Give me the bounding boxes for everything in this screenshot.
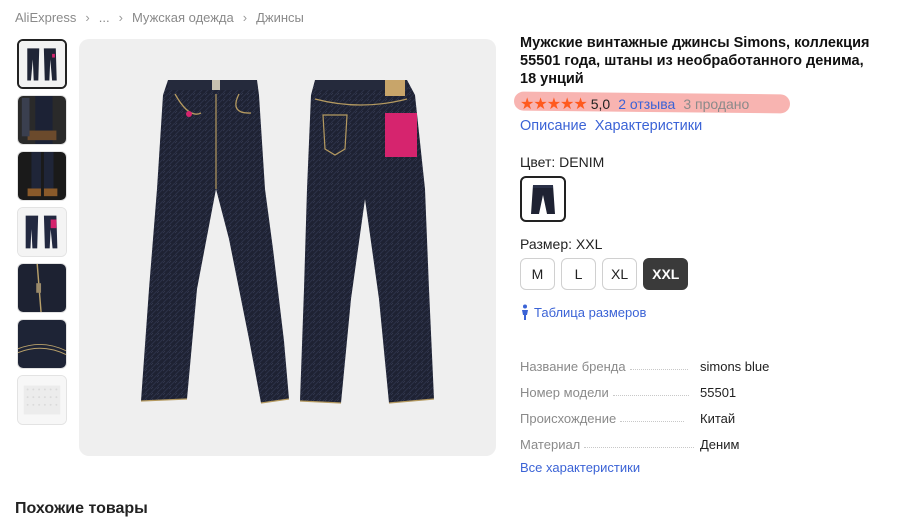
spec-value: simons blue: [700, 359, 770, 374]
description-link[interactable]: Описание: [520, 118, 587, 134]
spec-dots: [620, 421, 685, 422]
breadcrumb-aliexpress[interactable]: AliExpress: [15, 10, 76, 25]
size-option-xl[interactable]: XL: [602, 258, 638, 290]
product-title: Мужские винтажные джинсы Simons, коллекц…: [520, 35, 870, 87]
characteristics-link[interactable]: Характеристики: [595, 118, 703, 134]
thumbnail-1[interactable]: [17, 39, 67, 89]
size-option-l[interactable]: L: [561, 258, 596, 290]
chevron-right-icon: ›: [118, 10, 123, 25]
similar-products-heading: Похожие товары: [15, 500, 148, 517]
size-options: M L XL XXL: [520, 258, 890, 290]
thumbnail-2[interactable]: [17, 95, 67, 145]
size-option-m[interactable]: M: [520, 258, 555, 290]
thumbnail-list: [17, 39, 69, 431]
all-characteristics-link[interactable]: Все характеристики: [520, 460, 890, 475]
spec-value: 55501: [700, 385, 737, 400]
thumbnail-4[interactable]: [17, 207, 67, 257]
spec-list: Название бренда simons blue Номер модели…: [520, 348, 890, 452]
color-label: Цвет: DENIM: [520, 154, 605, 170]
spec-dots: [584, 447, 695, 448]
spec-row: Название бренда simons blue: [520, 348, 890, 374]
chevron-right-icon: ›: [242, 10, 248, 25]
spec-dots: [629, 369, 688, 370]
spec-row: Номер модели 55501: [520, 374, 890, 400]
spec-key: Название бренда: [520, 359, 626, 374]
person-icon: [522, 304, 528, 320]
breadcrumb-ellipsis[interactable]: ...: [99, 10, 110, 25]
size-label: Размер: XXL: [520, 236, 603, 252]
rating-row: ★★★★★ 5,0 2 отзыва 3 продано: [513, 91, 890, 116]
star-rating-icon: ★★★★★: [520, 96, 588, 113]
product-info: Мужские винтажные джинсы Simons, коллекц…: [513, 34, 890, 475]
size-table-label: Таблица размеров: [534, 304, 647, 320]
spec-key: Материал: [520, 437, 581, 452]
spec-row: Происхождение Китай: [520, 400, 890, 426]
breadcrumb-mens-clothing[interactable]: Мужская одежда: [132, 10, 234, 25]
spec-key: Номер модели: [520, 385, 609, 400]
chevron-right-icon: ›: [85, 10, 90, 25]
color-swatch-denim[interactable]: [520, 176, 566, 222]
sold-count: 3 продано: [683, 96, 750, 112]
spec-value: Деним: [700, 437, 740, 452]
thumbnail-5[interactable]: [17, 263, 67, 313]
thumbnail-3[interactable]: [17, 151, 67, 201]
thumbnail-7[interactable]: [17, 375, 67, 425]
spec-row: Материал Деним: [520, 426, 890, 452]
spec-key: Происхождение: [520, 411, 617, 426]
size-table-link[interactable]: Таблица размеров: [520, 304, 890, 320]
size-option-xxl[interactable]: XXL: [643, 258, 689, 290]
breadcrumb: AliExpress › ... › Мужская одежда › Джин…: [15, 10, 304, 25]
main-product-image[interactable]: [79, 39, 496, 456]
thumbnail-6[interactable]: [17, 319, 67, 369]
spec-value: Китай: [700, 411, 736, 426]
reviews-link[interactable]: 2 отзыва: [618, 96, 675, 112]
spec-dots: [612, 395, 689, 396]
rating-score: 5,0: [590, 96, 611, 112]
breadcrumb-jeans[interactable]: Джинсы: [256, 10, 304, 25]
product-nav-links: Описание Характеристики: [520, 118, 890, 134]
